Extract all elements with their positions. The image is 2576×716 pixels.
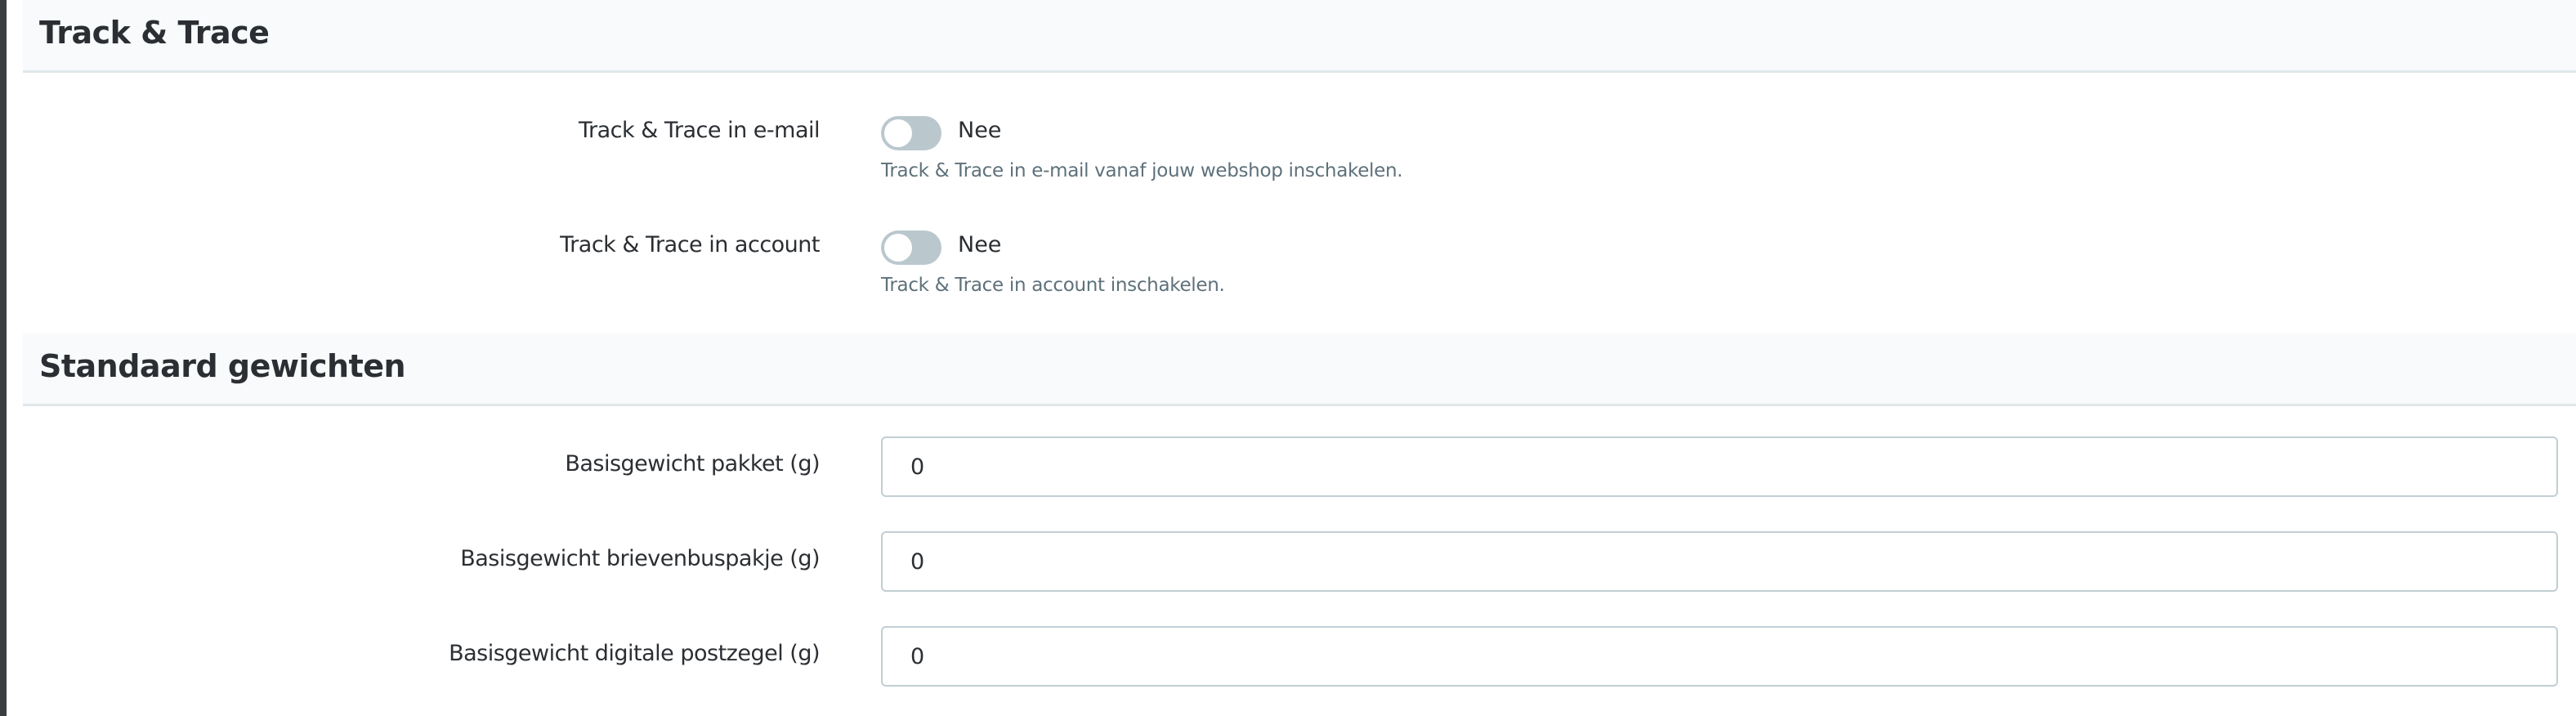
base-weight-package-input[interactable]	[881, 436, 2558, 497]
toggle-knob	[884, 119, 912, 147]
field-label: Basisgewicht pakket (g)	[565, 451, 820, 477]
field-label: Basisgewicht digitale postzegel (g)	[449, 641, 820, 666]
field-label: Basisgewicht brievenbuspakje (g)	[460, 546, 820, 571]
base-weight-mailbox-package-input[interactable]	[881, 531, 2558, 592]
help-text: Track & Trace in account inschakelen.	[881, 275, 1225, 296]
field-label: Track & Trace in e-mail	[579, 118, 820, 143]
toggle-state: Nee	[958, 118, 1002, 143]
section-header-track-trace: Track & Trace	[23, 0, 2576, 73]
track-trace-account-toggle[interactable]	[881, 230, 941, 265]
help-text: Track & Trace in e-mail vanaf jouw websh…	[881, 160, 1403, 181]
section-title: Track & Trace	[39, 15, 270, 51]
left-border	[0, 0, 7, 716]
track-trace-email-toggle[interactable]	[881, 116, 941, 150]
base-weight-digital-stamp-input[interactable]	[881, 626, 2558, 687]
toggle-knob	[884, 234, 912, 262]
toggle-state: Nee	[958, 232, 1002, 257]
section-header-weights: Standaard gewichten	[23, 333, 2576, 406]
field-label: Track & Trace in account	[560, 232, 820, 257]
section-title: Standaard gewichten	[39, 348, 406, 384]
